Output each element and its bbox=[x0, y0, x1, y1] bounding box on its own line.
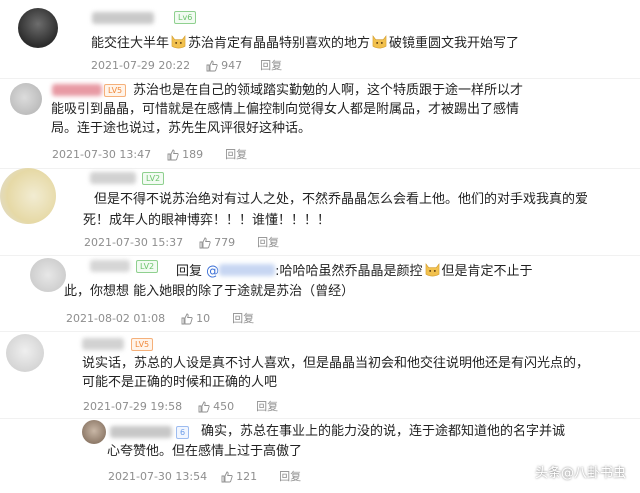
like-count: 121 bbox=[236, 470, 258, 483]
like-button[interactable]: 10 bbox=[181, 312, 210, 326]
toutiao-logo-icon bbox=[517, 464, 532, 479]
level-badge: LV2 bbox=[136, 260, 159, 273]
reply-button[interactable]: 回复 bbox=[260, 59, 282, 73]
comment-text: 确实，苏总在事业上的能力没的说，连于途都知道他的名字并诚 bbox=[201, 424, 566, 439]
divider bbox=[0, 78, 640, 79]
comment-text: 此，你想想 能入她眼的除了于途就是苏治（曾经） bbox=[64, 284, 355, 299]
comment-meta: 2021-07-30 13:47 189 回复 bbox=[52, 148, 247, 162]
watermark-text: 头条@八卦书虫 bbox=[534, 466, 626, 481]
reply-button[interactable]: 回复 bbox=[232, 312, 254, 326]
thumbs-up-icon bbox=[181, 313, 193, 325]
timestamp: 2021-07-30 15:37 bbox=[84, 236, 184, 249]
reply-button[interactable]: 回复 bbox=[256, 400, 278, 414]
cat-emoji-icon bbox=[372, 35, 387, 49]
reply-button[interactable]: 回复 bbox=[257, 236, 279, 250]
mention-link[interactable]: @ bbox=[206, 263, 276, 281]
timestamp: 2021-08-02 01:08 bbox=[66, 312, 166, 325]
avatar[interactable] bbox=[6, 334, 44, 372]
reply-prefix: 回复 bbox=[176, 264, 203, 279]
like-count: 779 bbox=[214, 236, 236, 249]
comment-meta: 2021-07-30 15:37 779 回复 bbox=[84, 236, 279, 250]
watermark: 头条@八卦书虫 bbox=[517, 462, 626, 481]
username-blurred[interactable] bbox=[82, 338, 124, 350]
avatar[interactable] bbox=[10, 83, 42, 115]
like-button[interactable]: 450 bbox=[198, 400, 234, 414]
level-badge: 6 bbox=[176, 426, 190, 439]
comment-text: 但是不得不说苏治绝对有过人之处，不然乔晶晶怎么会看上他。他们的对手戏我真的爱 bbox=[94, 192, 589, 207]
username-blurred[interactable] bbox=[92, 12, 154, 24]
divider bbox=[0, 418, 640, 419]
comment-text: 能吸引到晶晶，可惜就是在感情上偏控制向觉得女人都是附属品，才被踢出了感情 bbox=[51, 102, 520, 117]
comment-text: 苏治也是在自己的领域踏实勤勉的人啊，这个特质跟于途一样所以才 bbox=[133, 83, 524, 98]
comment-text: 回复 @ :哈哈哈虽然乔晶晶是颜控 但是肯定不止于 bbox=[176, 263, 533, 281]
divider bbox=[0, 168, 640, 169]
comment-text: 心夸赞他。但在感情上过于高傲了 bbox=[107, 444, 303, 459]
timestamp: 2021-07-30 13:54 bbox=[108, 470, 208, 483]
divider bbox=[0, 255, 640, 256]
like-button[interactable]: 121 bbox=[221, 470, 257, 484]
comment-text: 局。连于途也说过，苏先生风评很好这种话。 bbox=[51, 121, 312, 136]
timestamp: 2021-07-29 20:22 bbox=[91, 59, 191, 72]
level-badge: LV5 bbox=[104, 84, 127, 97]
reply-button[interactable]: 回复 bbox=[279, 470, 301, 484]
thumbs-up-icon bbox=[206, 60, 218, 72]
thumbs-up-icon bbox=[221, 471, 233, 483]
thumbs-up-icon bbox=[198, 401, 210, 413]
timestamp: 2021-07-29 19:58 bbox=[83, 400, 183, 413]
thumbs-up-icon bbox=[199, 237, 211, 249]
comment-meta: 2021-07-29 19:58 450 回复 bbox=[83, 400, 278, 414]
username-blurred[interactable] bbox=[52, 84, 102, 96]
like-count: 189 bbox=[182, 148, 204, 161]
level-badge: LV2 bbox=[142, 172, 165, 185]
username-blurred[interactable] bbox=[110, 426, 172, 438]
level-badge: Lv6 bbox=[174, 11, 197, 24]
cat-emoji-icon bbox=[425, 263, 439, 277]
level-badge: LV5 bbox=[131, 338, 154, 351]
cat-emoji-icon bbox=[171, 35, 186, 49]
avatar[interactable] bbox=[0, 168, 56, 224]
like-button[interactable]: 779 bbox=[199, 236, 235, 250]
comment-text: 可能不是正确的时候和正确的人吧 bbox=[82, 375, 278, 390]
comment-text: 说实话，苏总的人设是真不讨人喜欢，但是晶晶当初会和他交往说明他还是有闪光点的， bbox=[82, 356, 590, 371]
like-count: 10 bbox=[196, 312, 211, 325]
comment-meta: 2021-08-02 01:08 10 回复 bbox=[66, 312, 254, 326]
timestamp: 2021-07-30 13:47 bbox=[52, 148, 152, 161]
divider bbox=[0, 331, 640, 332]
reply-button[interactable]: 回复 bbox=[225, 148, 247, 162]
comment-meta: 2021-07-30 13:54 121 回复 bbox=[108, 470, 301, 484]
avatar[interactable] bbox=[82, 420, 106, 444]
comment-text: 死！成年人的眼神博弈！！！谁懂！！！！ bbox=[83, 213, 331, 228]
like-count: 947 bbox=[221, 59, 243, 72]
avatar[interactable] bbox=[30, 258, 66, 292]
username-blurred[interactable] bbox=[90, 260, 130, 272]
like-button[interactable]: 189 bbox=[167, 148, 203, 162]
mention-name-blurred bbox=[219, 264, 276, 276]
thumbs-up-icon bbox=[167, 149, 179, 161]
comment-text: 能交往大半年 苏治肯定有晶晶特别喜欢的地方 破镜重圆文我开始写了 bbox=[91, 35, 520, 51]
username-blurred[interactable] bbox=[90, 172, 136, 184]
like-button[interactable]: 947 bbox=[206, 59, 242, 73]
avatar[interactable] bbox=[18, 8, 58, 48]
like-count: 450 bbox=[213, 400, 235, 413]
comment-meta: 2021-07-29 20:22 947 回复 bbox=[91, 59, 282, 73]
